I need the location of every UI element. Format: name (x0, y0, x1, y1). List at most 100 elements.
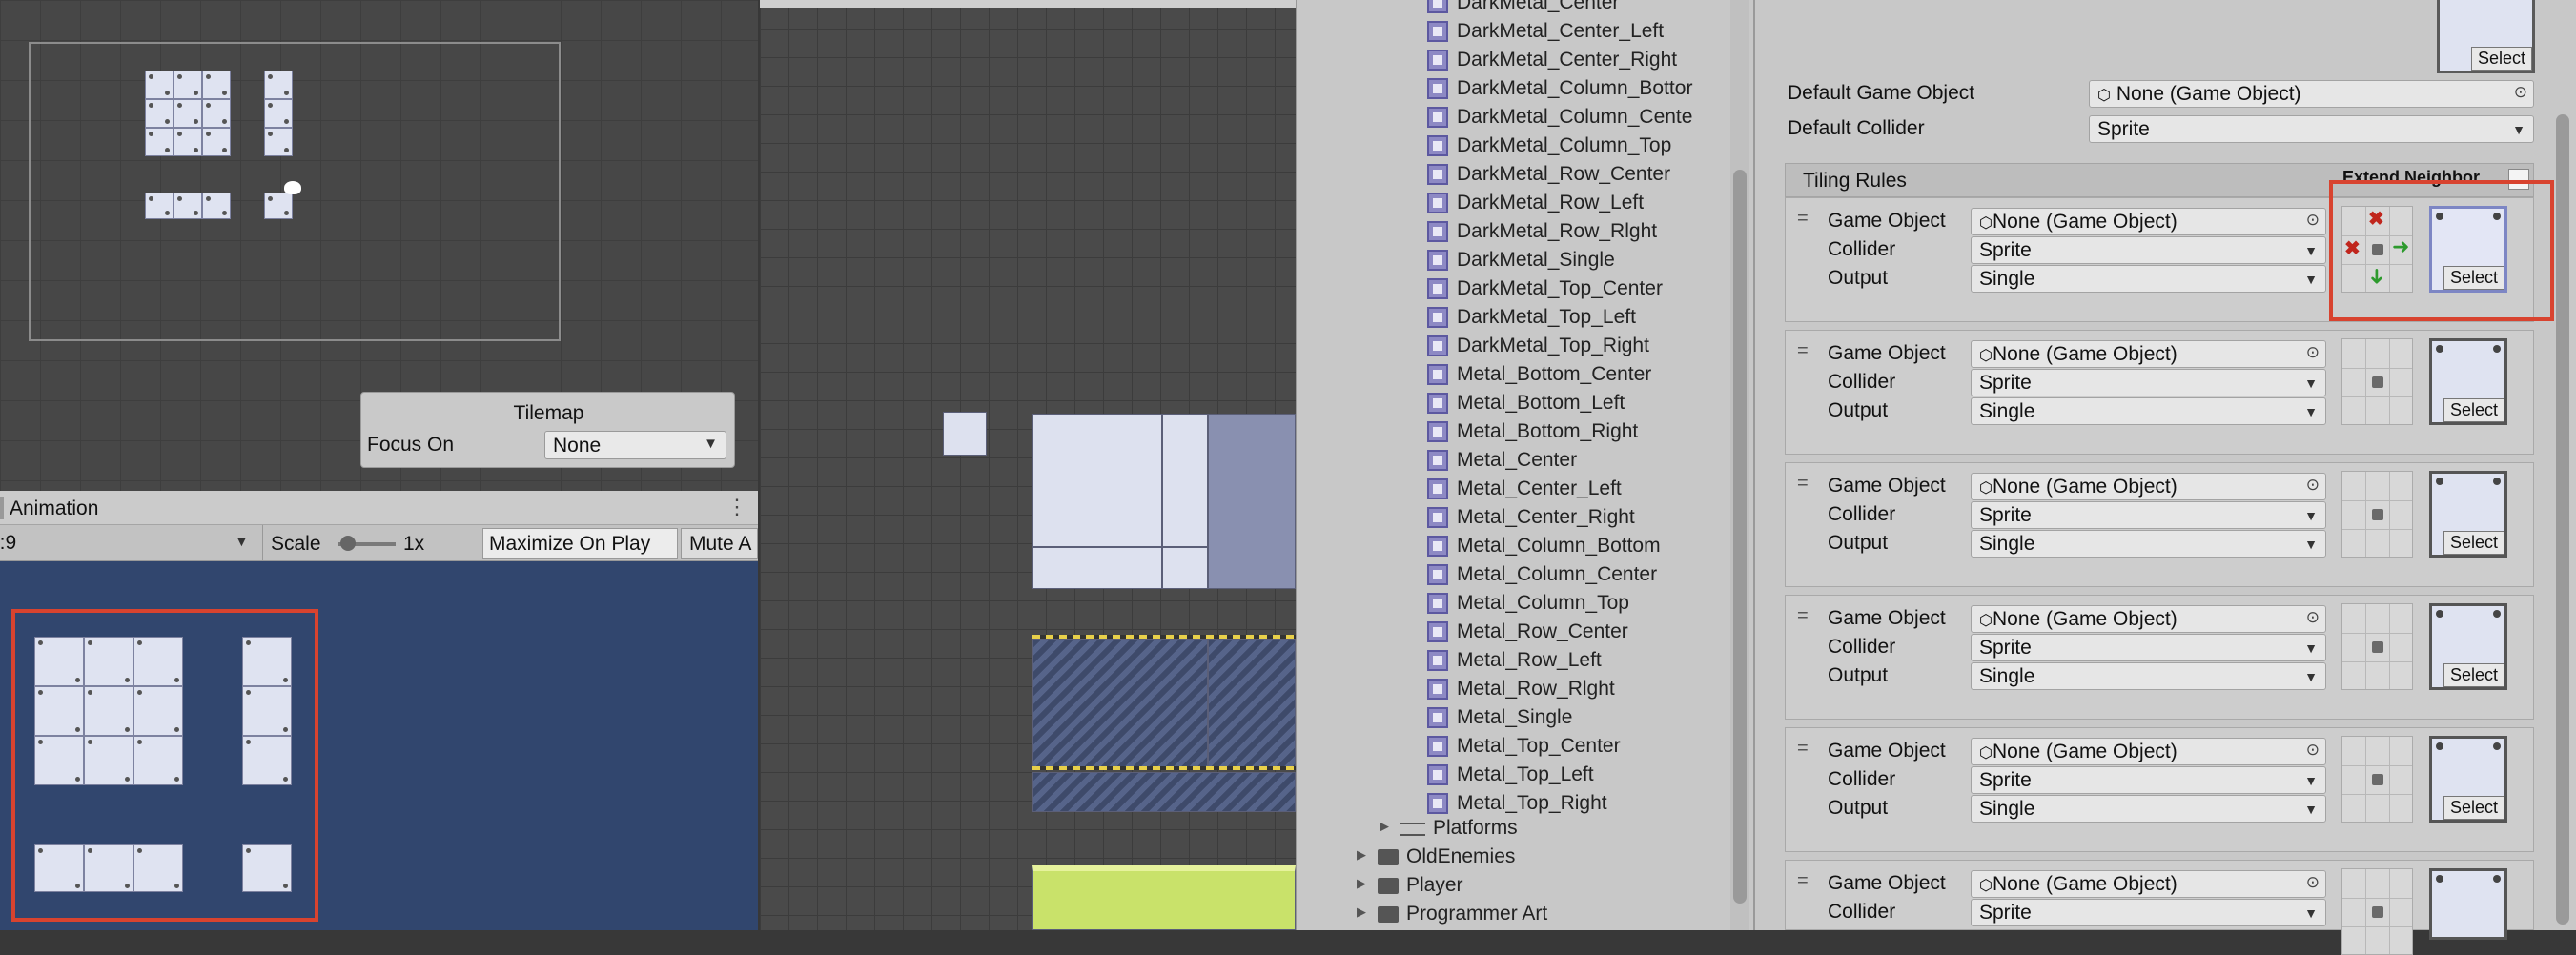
neighbor-rule-grid[interactable] (2341, 868, 2413, 955)
drag-handle-icon[interactable]: = (1797, 340, 1809, 362)
collider-dropdown[interactable]: Sprite ▼ (1971, 634, 2326, 661)
output-label: Output (1828, 399, 1889, 421)
select-button[interactable]: Select (2443, 796, 2504, 820)
neighbor-rule-grid[interactable] (2341, 338, 2413, 425)
tile-asset-icon (1427, 164, 1448, 185)
chevron-right-icon[interactable]: ▶ (1357, 847, 1366, 863)
output-dropdown[interactable]: Single ▼ (1971, 795, 2326, 823)
palette-tile-water[interactable] (1032, 639, 1208, 768)
scene-view[interactable]: Tilemap Focus On None ▼ (0, 0, 758, 491)
object-picker-icon[interactable]: ⊙ (2306, 608, 2320, 627)
object-picker-icon[interactable]: ⊙ (2306, 211, 2320, 230)
cube-icon: ⬡ (1979, 215, 1993, 232)
collider-dropdown[interactable]: Sprite ▼ (1971, 766, 2326, 794)
palette-tile-metal[interactable] (1162, 547, 1208, 589)
inspector-scrollbar-thumb[interactable] (2556, 114, 2569, 925)
sprite-preview[interactable]: Select (2429, 603, 2507, 690)
output-dropdown[interactable]: Single ▼ (1971, 662, 2326, 690)
grid-line (2365, 604, 2366, 689)
select-button[interactable]: Select (2443, 663, 2504, 687)
project-scrollbar-thumb[interactable] (1733, 170, 1747, 904)
mute-audio-toggle[interactable]: Mute A (681, 528, 758, 559)
grid-line (2389, 339, 2390, 424)
chevron-down-icon: ▼ (2304, 243, 2318, 258)
palette-tile-grass[interactable] (1032, 865, 1296, 930)
tile-asset-icon (1427, 536, 1448, 557)
animation-tab-bar: Animation ⋮ (0, 491, 758, 525)
grid-line (2365, 737, 2366, 822)
chevron-down-icon: ▼ (2304, 508, 2318, 523)
asset-label: DarkMetal_Row_Center (1457, 163, 1671, 185)
palette-tile-metal[interactable] (1162, 414, 1208, 547)
game-object-field[interactable]: ⬡None (Game Object) ⊙ (1971, 738, 2326, 765)
tile-asset-icon (1427, 107, 1448, 128)
kebab-menu-icon[interactable]: ⋮ (726, 495, 747, 519)
collider-dropdown[interactable]: Sprite ▼ (1971, 369, 2326, 396)
palette-tile-metal[interactable] (1032, 547, 1162, 589)
palette-tile-water[interactable] (1032, 772, 1296, 812)
object-picker-icon[interactable]: ⊙ (2306, 741, 2320, 760)
tile-asset-icon (1427, 707, 1448, 728)
chevron-right-icon[interactable]: ▶ (1380, 819, 1389, 834)
output-dropdown[interactable]: Single ▼ (1971, 265, 2326, 293)
palette-tile-single[interactable] (943, 412, 987, 456)
default-game-object-value: None (Game Object) (2116, 83, 2301, 105)
default-collider-dropdown[interactable]: Sprite ▼ (2089, 115, 2534, 143)
object-picker-icon[interactable]: ⊙ (2306, 873, 2320, 892)
sprite-preview[interactable]: Select (2429, 338, 2507, 425)
tile-asset-icon (1427, 278, 1448, 299)
drag-handle-icon[interactable]: = (1797, 738, 1809, 760)
select-button[interactable]: Select (2443, 398, 2504, 422)
palette-tile-water[interactable] (1208, 639, 1296, 768)
collider-dropdown[interactable]: Sprite ▼ (1971, 501, 2326, 529)
object-picker-icon[interactable]: ⊙ (2514, 83, 2527, 102)
game-object-field[interactable]: ⬡None (Game Object) ⊙ (1971, 208, 2326, 235)
object-picker-icon[interactable]: ⊙ (2306, 476, 2320, 495)
drag-handle-icon[interactable]: = (1797, 473, 1809, 495)
palette-tile-metal[interactable] (1032, 414, 1162, 547)
asset-label: DarkMetal_Column_Bottor (1457, 77, 1693, 99)
game-object-field[interactable]: ⬡None (Game Object) ⊙ (1971, 473, 2326, 500)
default-game-object-field[interactable]: ⬡ None (Game Object) ⊙ (2089, 80, 2534, 108)
game-object-field[interactable]: ⬡None (Game Object) ⊙ (1971, 870, 2326, 898)
chevron-right-icon[interactable]: ▶ (1357, 876, 1366, 891)
aspect-ratio-dropdown[interactable]: 6:9 (0, 532, 257, 555)
asset-label: DarkMetal_Column_Top (1457, 134, 1672, 156)
grid-line (2342, 898, 2412, 899)
scale-slider-handle[interactable] (340, 536, 356, 551)
tile-palette-grid[interactable] (760, 0, 1296, 930)
sprite-preview[interactable]: Select (2429, 736, 2507, 823)
focus-on-dropdown[interactable]: None ▼ (544, 431, 726, 459)
select-button[interactable]: Select (2470, 47, 2532, 71)
chevron-down-icon: ▼ (704, 436, 718, 452)
output-value: Single (1979, 400, 2035, 422)
default-sprite-preview[interactable]: Select (2437, 0, 2535, 73)
drag-handle-icon[interactable]: = (1797, 605, 1809, 627)
tile-asset-icon (1427, 335, 1448, 356)
neighbor-rule-grid[interactable] (2341, 736, 2413, 823)
sprite-preview[interactable] (2429, 868, 2507, 940)
maximize-on-play-toggle[interactable]: Maximize On Play (482, 528, 678, 559)
collider-dropdown[interactable]: Sprite ▼ (1971, 899, 2326, 926)
palette-tile-dark-metal[interactable] (1208, 414, 1296, 589)
sprite-preview[interactable]: Select (2429, 471, 2507, 558)
object-picker-icon[interactable]: ⊙ (2306, 343, 2320, 362)
game-object-field[interactable]: ⬡None (Game Object) ⊙ (1971, 605, 2326, 633)
game-object-field[interactable]: ⬡None (Game Object) ⊙ (1971, 340, 2326, 368)
neighbor-rule-grid[interactable] (2341, 603, 2413, 690)
grid-line (2342, 396, 2412, 397)
collider-dropdown[interactable]: Sprite ▼ (1971, 236, 2326, 264)
tab-animation[interactable]: Animation (10, 498, 98, 520)
drag-handle-icon[interactable]: = (1797, 208, 1809, 230)
output-dropdown[interactable]: Single ▼ (1971, 397, 2326, 425)
drag-handle-icon[interactable]: = (1797, 870, 1809, 892)
output-dropdown[interactable]: Single ▼ (1971, 530, 2326, 558)
neighbor-rule-grid[interactable] (2341, 471, 2413, 558)
tiling-rules-title: Tiling Rules (1803, 170, 1907, 192)
tile-asset-icon (1427, 50, 1448, 71)
cube-icon: ⬡ (1979, 613, 1993, 629)
select-button[interactable]: Select (2443, 531, 2504, 555)
grid-line (2342, 368, 2412, 369)
chevron-right-icon[interactable]: ▶ (1357, 904, 1366, 920)
asset-label: Metal_Center_Left (1457, 478, 1622, 499)
